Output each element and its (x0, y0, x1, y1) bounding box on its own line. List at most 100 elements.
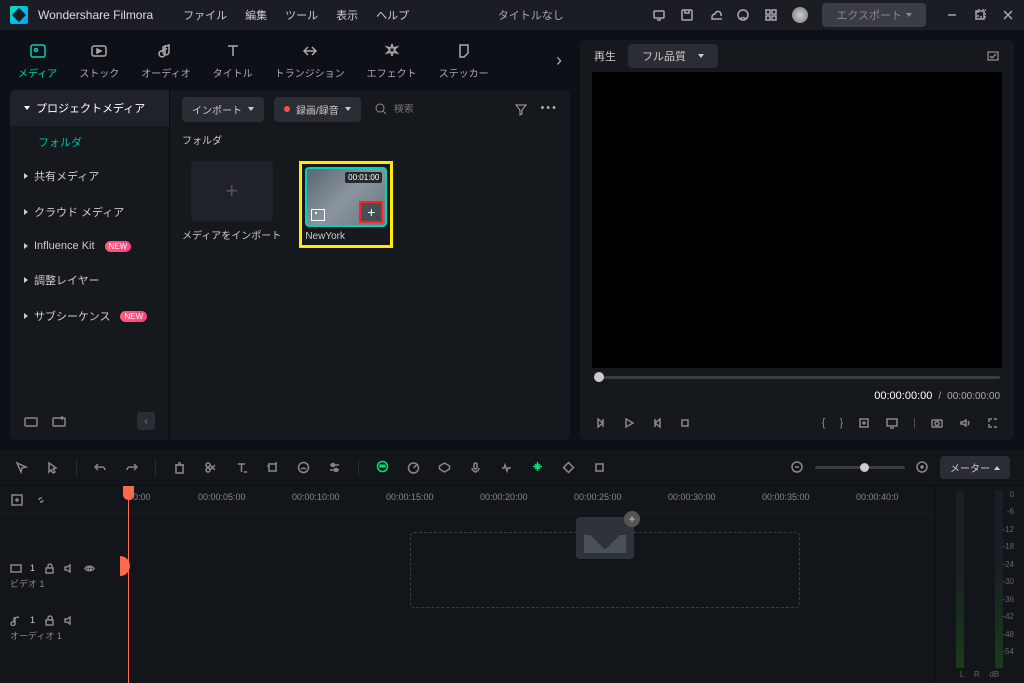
playback-label: 再生 (594, 48, 616, 64)
zoom-slider[interactable] (815, 466, 905, 469)
mute-icon[interactable] (63, 614, 75, 626)
export-button[interactable]: エクスポート (822, 3, 926, 27)
display-icon[interactable] (885, 416, 899, 430)
camera-icon[interactable] (930, 416, 944, 430)
menu-help[interactable]: ヘルプ (376, 7, 409, 23)
folder-icon[interactable] (24, 414, 38, 428)
filter-icon[interactable] (514, 102, 528, 116)
user-avatar[interactable] (792, 7, 808, 23)
audio-sync-icon[interactable] (499, 460, 514, 475)
drop-zone[interactable] (410, 532, 800, 608)
play-icon[interactable] (622, 416, 636, 430)
sidebar-adjust-layer[interactable]: 調整レイヤー (10, 262, 169, 298)
tab-stock[interactable]: ストック (79, 41, 119, 80)
brace-left-icon[interactable]: { (822, 417, 826, 429)
volume-icon[interactable] (958, 416, 972, 430)
ai-icon[interactable] (375, 459, 390, 477)
import-card[interactable]: + (191, 161, 273, 221)
split-icon[interactable] (203, 460, 218, 475)
keyframe-icon[interactable] (561, 460, 576, 475)
import-button[interactable]: インポート (182, 97, 264, 122)
maximize-icon[interactable] (974, 9, 986, 21)
menu-view[interactable]: 表示 (336, 7, 358, 23)
clip-add-button[interactable]: + (359, 201, 383, 223)
video-track-header[interactable]: 1 ビデオ 1 (0, 556, 120, 608)
preview-right-controls: { } | (822, 416, 1000, 430)
mic-icon[interactable] (468, 460, 483, 475)
pointer-tool-icon[interactable] (45, 460, 60, 475)
fullscreen-icon[interactable] (986, 416, 1000, 430)
sidebar-cloud-media[interactable]: クラウド メディア (10, 194, 169, 230)
minimize-icon[interactable] (946, 9, 958, 21)
next-frame-icon[interactable] (650, 416, 664, 430)
prev-frame-icon[interactable] (594, 416, 608, 430)
crop-icon[interactable] (265, 460, 280, 475)
menu-tools[interactable]: ツール (285, 7, 318, 23)
lock-icon[interactable] (43, 614, 55, 626)
collapse-sidebar-icon[interactable]: ‹ (137, 412, 155, 430)
preview-slider[interactable] (580, 368, 1014, 386)
sidebar-folder[interactable]: フォルダ (10, 126, 169, 158)
preview-scrubber[interactable] (594, 372, 604, 382)
new-folder-icon[interactable] (52, 414, 66, 428)
delete-icon[interactable] (172, 460, 187, 475)
meter-toggle[interactable]: メーター (940, 456, 1010, 479)
add-track-icon[interactable] (10, 493, 24, 507)
save-icon[interactable] (680, 8, 694, 22)
zoom-out-icon[interactable] (790, 460, 805, 475)
marker-icon[interactable] (857, 416, 871, 430)
meter-scale-numbers: 0-6 -12-18 -24-30 -36-42 -48-54 (1002, 490, 1014, 656)
stop-icon[interactable] (678, 416, 692, 430)
preview-canvas[interactable] (592, 72, 1002, 368)
mask-icon[interactable] (437, 460, 452, 475)
media-clip[interactable]: 00:01:00 + (305, 167, 387, 227)
redo-icon[interactable] (124, 460, 139, 475)
timeline-ruler[interactable]: 00:00 00:00:05:00 00:00:10:00 00:00:15:0… (120, 486, 934, 514)
tab-title[interactable]: タイトル (213, 41, 253, 80)
sidebar-subsequence[interactable]: サブシーケンスNEW (10, 298, 169, 334)
apps-icon[interactable] (764, 8, 778, 22)
audio-meter: 0-6 -12-18 -24-30 -36-42 -48-54 L R dB (934, 486, 1024, 683)
tab-sticker[interactable]: ステッカー (439, 41, 489, 80)
search-input[interactable] (394, 104, 454, 115)
cloud-icon[interactable] (708, 8, 722, 22)
visibility-icon[interactable] (83, 562, 95, 574)
menu-file[interactable]: ファイル (183, 7, 227, 23)
tab-media[interactable]: メディア (18, 41, 57, 80)
device-icon[interactable] (652, 8, 666, 22)
zoom-in-icon[interactable] (915, 460, 930, 475)
more-tabs-icon[interactable]: › (556, 50, 562, 71)
lock-icon[interactable] (43, 562, 55, 574)
timeline-tracks[interactable]: 00:00 00:00:05:00 00:00:10:00 00:00:15:0… (120, 486, 934, 683)
timeline-zoom: メーター (790, 456, 1010, 479)
support-icon[interactable] (736, 8, 750, 22)
adjust-icon[interactable] (327, 460, 342, 475)
brace-right-icon[interactable]: } (839, 417, 843, 429)
media-content: インポート 録画/録音 ••• フォルダ + メディアをインポート (170, 90, 570, 440)
more-icon[interactable]: ••• (540, 102, 558, 116)
playhead[interactable] (128, 486, 129, 683)
sidebar-project-media[interactable]: プロジェクトメディア (10, 90, 169, 126)
text-icon[interactable] (234, 460, 249, 475)
sidebar-shared-media[interactable]: 共有メディア (10, 158, 169, 194)
close-icon[interactable] (1002, 9, 1014, 21)
quality-dropdown[interactable]: フル品質 (628, 44, 718, 68)
sidebar-influence-kit[interactable]: Influence KitNEW (10, 230, 169, 262)
select-tool-icon[interactable] (14, 460, 29, 475)
menu-edit[interactable]: 編集 (245, 7, 267, 23)
color-icon[interactable] (296, 460, 311, 475)
undo-icon[interactable] (93, 460, 108, 475)
mute-icon[interactable] (63, 562, 75, 574)
media-grid: + メディアをインポート 00:01:00 + NewYork (170, 151, 570, 258)
tab-transition[interactable]: トランジション (275, 41, 345, 80)
link-icon[interactable] (34, 493, 48, 507)
enhance-icon[interactable] (530, 459, 545, 477)
audio-track-header[interactable]: 1 オーディオ 1 (0, 608, 120, 660)
snapshot-icon[interactable] (986, 49, 1000, 63)
tab-audio[interactable]: オーディオ (141, 41, 190, 80)
tab-effect[interactable]: エフェクト (367, 41, 417, 80)
speed-icon[interactable] (406, 460, 421, 475)
marker2-icon[interactable] (592, 460, 607, 475)
media-body: プロジェクトメディア フォルダ 共有メディア クラウド メディア Influen… (10, 90, 570, 440)
record-button[interactable]: 録画/録音 (274, 97, 361, 122)
